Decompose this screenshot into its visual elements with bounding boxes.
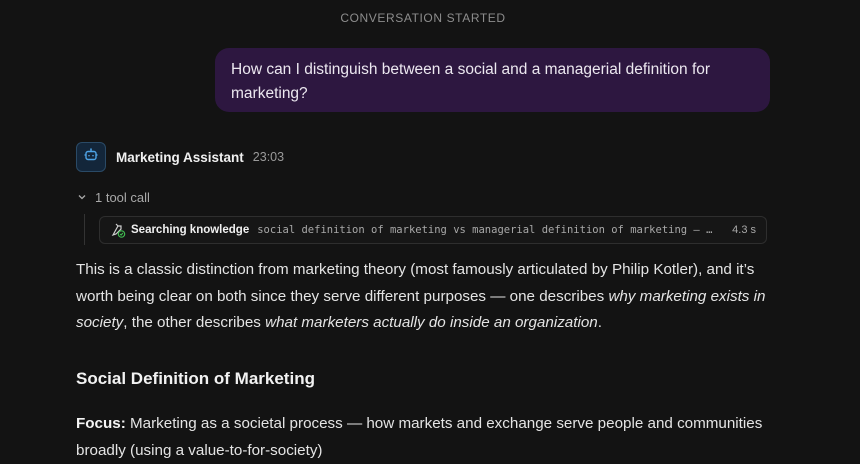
focus-paragraph: Focus: Marketing as a societal process —…	[76, 411, 776, 464]
tool-calls-count: 1 tool call	[95, 189, 150, 205]
tool-call-query: social definition of marketing vs manage…	[257, 224, 715, 236]
robot-icon	[83, 147, 99, 168]
assistant-avatar	[76, 142, 106, 172]
section-heading: Social Definition of Marketing	[76, 369, 315, 388]
assistant-name: Marketing Assistant	[116, 149, 244, 165]
focus-label: Focus:	[76, 415, 126, 432]
focus-text: Marketing as a societal process — how ma…	[76, 415, 763, 459]
tool-call-row[interactable]: Searching knowledge social definition of…	[99, 216, 767, 244]
conversation-started-label: CONVERSATION STARTED	[340, 11, 506, 25]
answer-emphasis: what marketers actually do inside an org…	[265, 314, 598, 331]
search-knowledge-icon	[110, 222, 126, 238]
chevron-down-icon	[77, 190, 95, 205]
assistant-message-header: Marketing Assistant 23:03	[76, 142, 284, 172]
tool-calls-toggle[interactable]: 1 tool call	[77, 189, 150, 205]
message-timestamp: 23:03	[252, 150, 285, 164]
user-message-bubble: How can I distinguish between a social a…	[215, 48, 770, 112]
user-message-text: How can I distinguish between a social a…	[231, 61, 711, 102]
tool-call-label: Searching knowledge	[131, 224, 250, 236]
answer-text: .	[597, 314, 602, 331]
tool-thread-line	[84, 214, 85, 245]
tool-call-duration: 4.3 s	[732, 224, 756, 236]
answer-intro-paragraph: This is a classic distinction from marke…	[76, 257, 766, 337]
answer-text: , the other describes	[123, 314, 266, 331]
